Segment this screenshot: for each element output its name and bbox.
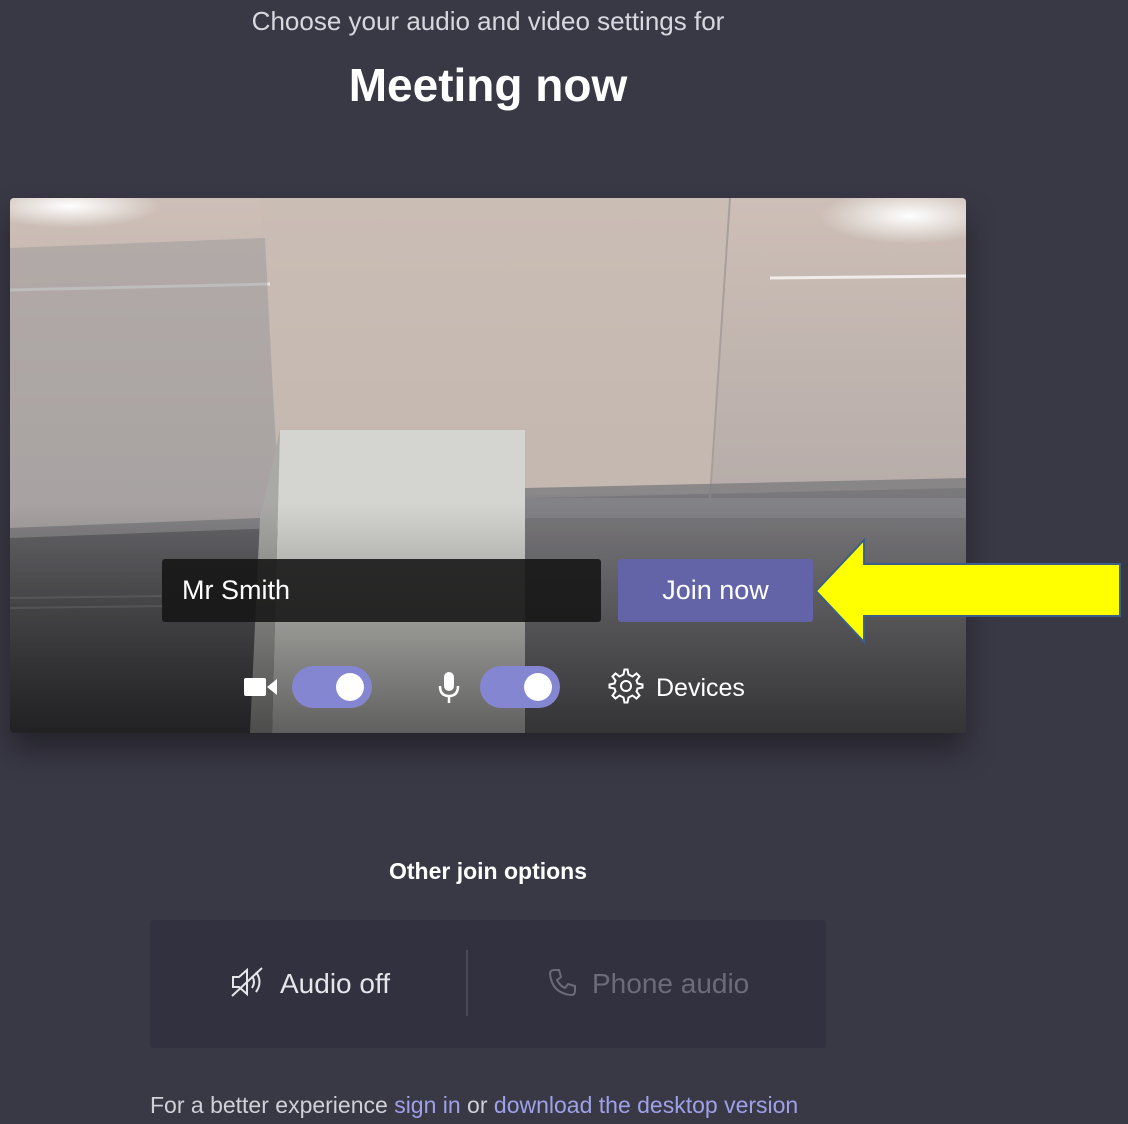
meeting-title: Meeting now <box>348 59 628 111</box>
other-join-options-heading: Other join options <box>388 858 588 884</box>
microphone-icon <box>438 672 460 709</box>
devices-label: Devices <box>656 673 745 702</box>
camera-toggle[interactable] <box>292 666 372 708</box>
name-input[interactable] <box>162 559 601 622</box>
options-divider <box>466 950 468 1016</box>
footer-prefix: For a better experience <box>150 1092 395 1118</box>
phone-icon <box>548 967 578 1002</box>
devices-button[interactable]: Devices <box>608 668 745 708</box>
prejoin-screen: Choose your audio and video settings for… <box>0 0 1128 1124</box>
footer-middle: or <box>460 1092 494 1118</box>
toggle-knob <box>524 673 552 701</box>
media-controls: Devices <box>10 666 966 710</box>
video-preview: Join now <box>10 198 966 733</box>
audio-off-button[interactable]: Audio off <box>230 920 390 1048</box>
settings-subtitle: Choose your audio and video settings for <box>251 6 725 36</box>
join-now-button[interactable]: Join now <box>618 559 813 622</box>
download-desktop-link[interactable]: download the desktop version <box>494 1092 798 1118</box>
speaker-off-icon <box>230 966 266 1003</box>
phone-audio-button[interactable]: Phone audio <box>548 920 749 1048</box>
camera-icon <box>244 674 278 705</box>
microphone-toggle[interactable] <box>480 666 560 708</box>
sign-in-link[interactable]: sign in <box>394 1092 460 1118</box>
annotation-arrow <box>814 538 1121 644</box>
gear-icon <box>608 668 644 709</box>
phone-audio-label: Phone audio <box>592 968 750 999</box>
other-join-options: Audio off Phone audio <box>150 920 826 1048</box>
toggle-knob <box>336 673 364 701</box>
footer-hint: For a better experience sign in or downl… <box>150 1092 870 1119</box>
audio-off-label: Audio off <box>280 968 391 999</box>
